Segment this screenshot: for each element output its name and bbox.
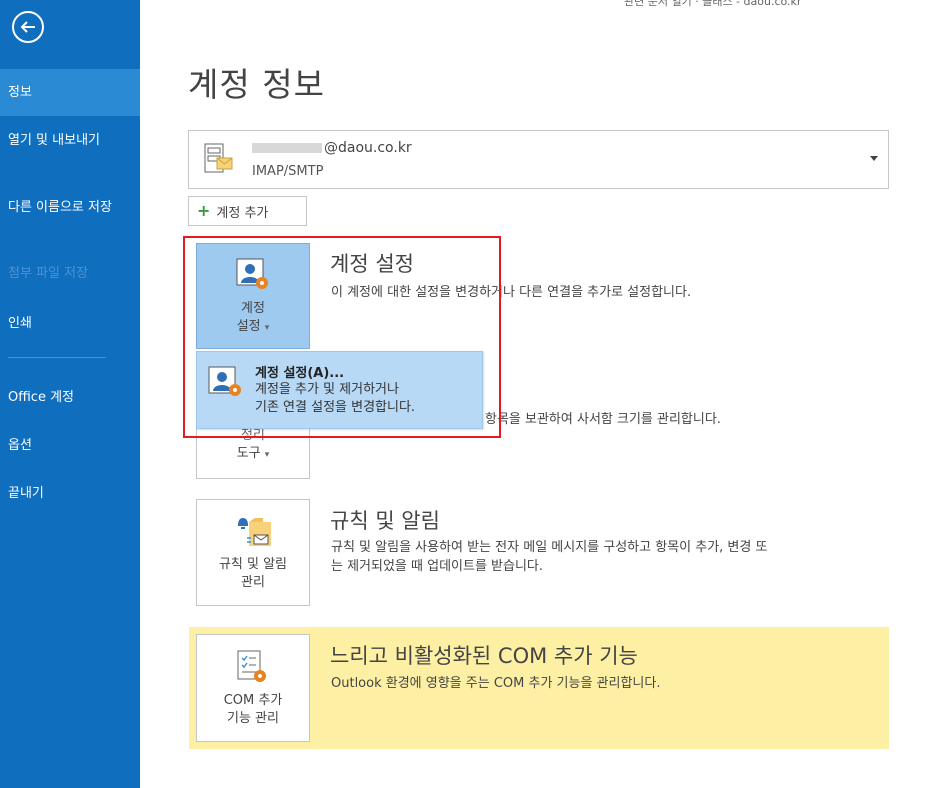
plus-icon: + (197, 201, 211, 220)
com-addins-tile[interactable]: COM 추가 기능 관리 (196, 634, 310, 742)
com-addins-description: Outlook 환경에 영향을 주는 COM 추가 기능을 관리합니다. (331, 676, 661, 691)
nav-divider (8, 357, 106, 358)
rules-alerts-description: 규칙 및 알림을 사용하여 받는 전자 메일 메시지를 구성하고 항목이 추가,… (331, 538, 767, 576)
nav-options[interactable]: 옵션 (0, 438, 140, 453)
nav-save-as[interactable]: 다른 이름으로 저장 (0, 200, 118, 215)
tile-label-line2: 관리 (241, 575, 265, 590)
rules-alerts-tile[interactable]: 규칙 및 알림 관리 (196, 499, 310, 606)
mail-account-icon (204, 143, 233, 173)
tile-label-line2: 도구 ▾ (197, 445, 309, 464)
backstage-sidebar: 정보 열기 및 내보내기 다른 이름으로 저장 첨부 파일 저장 인쇄 Offi… (0, 0, 140, 788)
account-email: @daou.co.kr (252, 140, 412, 156)
cleanup-description: 항목을 보관하여 사서함 크기를 관리합니다. (485, 412, 721, 427)
tile-label-line1: COM 추가 (223, 693, 283, 708)
account-selector[interactable]: @daou.co.kr IMAP/SMTP (188, 130, 889, 189)
rules-desc-line2: 는 제거되었을 때 업데이트를 받습니다. (331, 559, 544, 574)
nav-exit[interactable]: 끝내기 (0, 486, 140, 501)
com-addins-title: 느리고 비활성화된 COM 추가 기능 (330, 644, 638, 668)
nav-save-attachments: 첨부 파일 저장 (8, 266, 89, 281)
back-arrow-icon (20, 21, 35, 33)
add-account-button[interactable]: + 계정 추가 (188, 196, 307, 226)
account-email-suffix: @daou.co.kr (324, 140, 412, 156)
nav-open-export[interactable]: 열기 및 내보내기 (0, 133, 125, 148)
account-type: IMAP/SMTP (252, 164, 324, 179)
com-addins-icon (237, 650, 266, 682)
tile-label-text: 도구 (236, 446, 261, 461)
add-account-label: 계정 추가 (216, 205, 269, 221)
tile-label-line1: 규칙 및 알림 (218, 557, 288, 572)
page-title: 계정 정보 (188, 65, 325, 104)
highlight-annotation (183, 236, 501, 438)
rules-alerts-title: 규칙 및 알림 (330, 509, 440, 533)
redacted-username (252, 143, 322, 153)
nav-print[interactable]: 인쇄 (0, 316, 140, 331)
nav-info[interactable]: 정보 (0, 69, 140, 116)
rules-desc-line1: 규칙 및 알림을 사용하여 받는 전자 메일 메시지를 구성하고 항목이 추가,… (331, 540, 768, 555)
back-button[interactable] (12, 11, 44, 43)
nav-office-account[interactable]: Office 계정 (0, 390, 140, 405)
rules-alerts-icon (238, 518, 271, 546)
tile-label-line2: 기능 관리 (227, 711, 279, 726)
chevron-down-icon: ▾ (264, 450, 270, 460)
chevron-down-icon[interactable] (870, 156, 878, 161)
top-right-text: 관련 문서 열기 · 클래스 - daou.co.kr (624, 0, 802, 8)
